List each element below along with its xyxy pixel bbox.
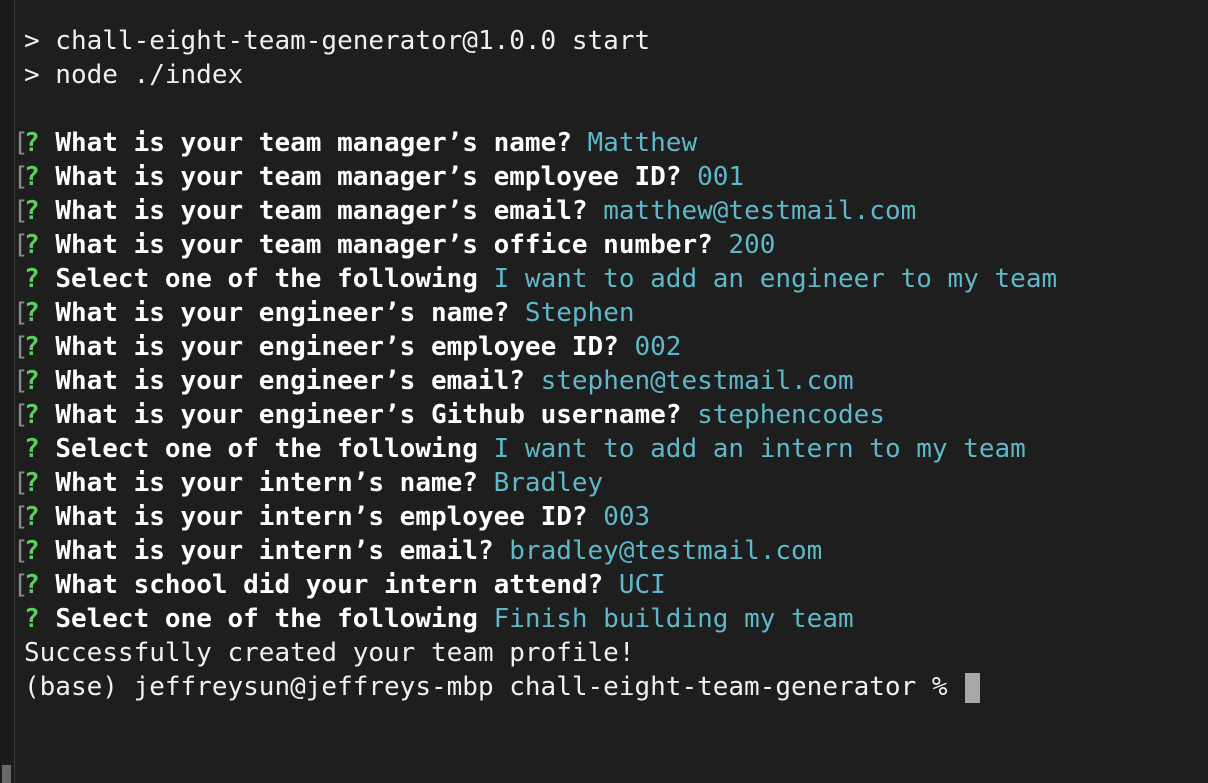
- gutter-bracket: [: [13, 332, 29, 362]
- gutter-bracket: [: [13, 502, 29, 532]
- question-mark-icon: ?: [24, 604, 40, 634]
- prompt-line: [? What is your engineer’s employee ID? …: [13, 330, 1208, 364]
- gutter-bracket: [: [13, 128, 29, 158]
- prompt-question: What is your engineer’s Github username?: [55, 400, 682, 430]
- node-command-line: > node ./index: [24, 60, 244, 90]
- prompt-line: [? What is your engineer’s email? stephe…: [13, 364, 1208, 398]
- shell-prompt-line[interactable]: (base) jeffreysun@jeffreys-mbp chall-eig…: [24, 670, 1208, 704]
- terminal-output: > chall-eight-team-generator@1.0.0 start…: [13, 24, 1208, 704]
- prompt-line: ? Select one of the following I want to …: [24, 432, 1208, 466]
- prompt-question: What is your intern’s email?: [55, 536, 494, 566]
- prompt-question: What is your engineer’s employee ID?: [55, 332, 619, 362]
- npm-start-line: > chall-eight-team-generator@1.0.0 start: [24, 26, 651, 56]
- gutter-bracket: [: [13, 162, 29, 192]
- prompt-question: Select one of the following: [55, 434, 478, 464]
- prompt-question: What is your team manager’s office numbe…: [55, 230, 713, 260]
- prompt-line: [? What is your team manager’s office nu…: [13, 228, 1208, 262]
- prompt-question: What is your intern’s employee ID?: [55, 502, 588, 532]
- gutter-bracket: [: [13, 400, 29, 430]
- prompt-question: What is your team manager’s email?: [55, 196, 588, 226]
- prompt-line: [? What is your intern’s name? Bradley: [13, 466, 1208, 500]
- prompt-answer: I want to add an engineer to my team: [493, 264, 1058, 294]
- prompt-answer: 001: [697, 162, 745, 192]
- prompt-answer: Finish building my team: [493, 604, 854, 634]
- prompt-line: [? What is your team manager’s email? ma…: [13, 194, 1208, 228]
- prompt-question: What school did your intern attend?: [55, 570, 604, 600]
- prompt-line: [? What is your intern’s employee ID? 00…: [13, 500, 1208, 534]
- prompt-line: [? What is your engineer’s name? Stephen: [13, 296, 1208, 330]
- prompt-list: [? What is your team manager’s name? Mat…: [13, 126, 1208, 636]
- gutter-bracket: [: [13, 570, 29, 600]
- prompt-line: ? Select one of the following I want to …: [24, 262, 1208, 296]
- question-mark-icon: ?: [24, 264, 40, 294]
- prompt-line: [? What is your team manager’s name? Mat…: [13, 126, 1208, 160]
- prompt-question: What is your engineer’s name?: [55, 298, 510, 328]
- prompt-line: [? What school did your intern attend? U…: [13, 568, 1208, 602]
- prompt-line: [? What is your intern’s email? bradley@…: [13, 534, 1208, 568]
- prompt-answer: matthew@testmail.com: [603, 196, 917, 226]
- shell-prompt: (base) jeffreysun@jeffreys-mbp chall-eig…: [24, 672, 964, 702]
- gutter-bracket: [: [13, 230, 29, 260]
- prompt-question: What is your intern’s name?: [55, 468, 478, 498]
- prompt-question: What is your team manager’s name?: [55, 128, 572, 158]
- prompt-question: Select one of the following: [55, 604, 478, 634]
- prompt-answer: bradley@testmail.com: [509, 536, 823, 566]
- prompt-answer: UCI: [618, 570, 666, 600]
- prompt-answer: 200: [728, 230, 776, 260]
- prompt-question: Select one of the following: [55, 264, 478, 294]
- terminal-window[interactable]: > chall-eight-team-generator@1.0.0 start…: [0, 0, 1208, 783]
- gutter-bracket: [: [13, 536, 29, 566]
- prompt-line: [? What is your engineer’s Github userna…: [13, 398, 1208, 432]
- prompt-answer: stephencodes: [697, 400, 885, 430]
- prompt-answer: 003: [603, 502, 651, 532]
- prompt-question: What is your team manager’s employee ID?: [55, 162, 682, 192]
- prompt-question: What is your engineer’s email?: [55, 366, 525, 396]
- question-mark-icon: ?: [24, 434, 40, 464]
- prompt-answer: Bradley: [493, 468, 604, 498]
- scroll-marker: [2, 765, 11, 783]
- gutter-bracket: [: [13, 298, 29, 328]
- prompt-answer: Matthew: [587, 128, 698, 158]
- prompt-answer: stephen@testmail.com: [540, 366, 854, 396]
- gutter-bracket: [: [13, 468, 29, 498]
- prompt-answer: I want to add an intern to my team: [493, 434, 1026, 464]
- prompt-answer: 002: [634, 332, 682, 362]
- success-message: Successfully created your team profile!: [24, 638, 635, 668]
- prompt-answer: Stephen: [524, 298, 635, 328]
- prompt-line: ? Select one of the following Finish bui…: [24, 602, 1208, 636]
- gutter-bracket: [: [13, 366, 29, 396]
- gutter-bracket: [: [13, 196, 29, 226]
- prompt-line: [? What is your team manager’s employee …: [13, 160, 1208, 194]
- text-cursor: [965, 672, 981, 703]
